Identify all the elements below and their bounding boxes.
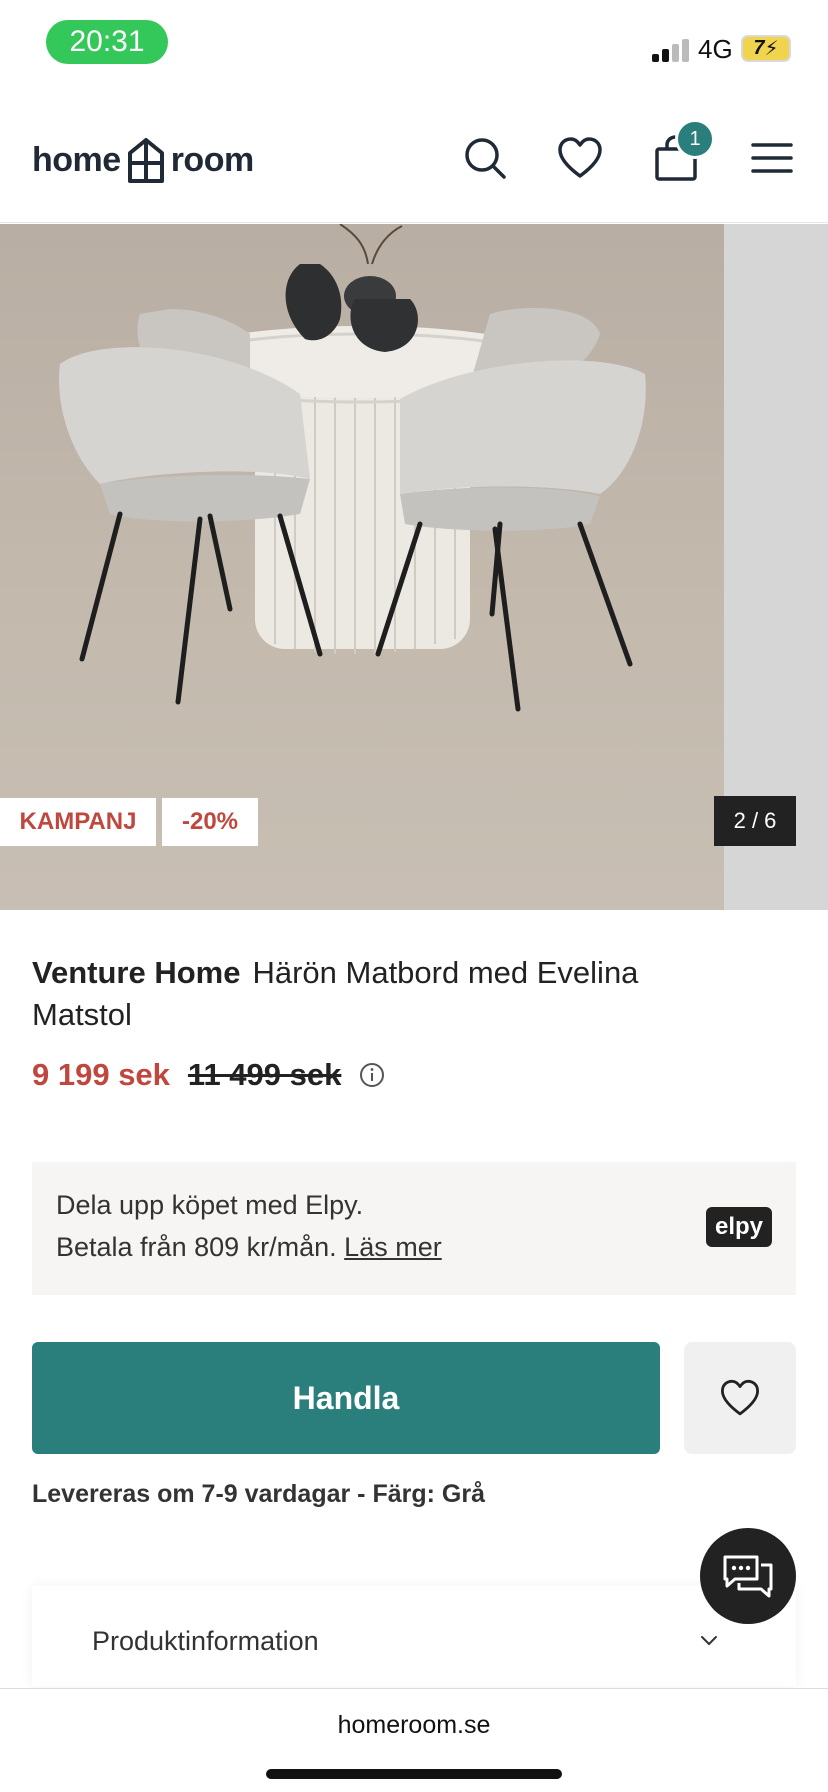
logo-word-room: room bbox=[170, 140, 255, 179]
current-price: 9 199 sek bbox=[32, 1057, 170, 1092]
elpy-financing-box: Dela upp köpet med Elpy. Betala från 809… bbox=[32, 1162, 796, 1295]
site-header: home room 1 bbox=[0, 95, 828, 223]
heart-icon bbox=[720, 1379, 760, 1416]
price-row: 9 199 sek 11 499 sek bbox=[32, 1054, 385, 1096]
chat-button[interactable] bbox=[700, 1528, 796, 1624]
network-label: 4G bbox=[698, 34, 733, 64]
discount-badge: -20% bbox=[162, 798, 258, 846]
elpy-monthly-text: Betala från 809 kr/mån. bbox=[56, 1232, 337, 1262]
product-gallery[interactable]: KAMPANJ -20% 2 / 6 bbox=[0, 224, 828, 910]
heart-icon[interactable] bbox=[555, 133, 605, 183]
original-price: 11 499 sek bbox=[187, 1057, 342, 1092]
house-logo-icon bbox=[127, 138, 164, 183]
browser-url-bar[interactable]: homeroom.se bbox=[0, 1688, 828, 1792]
read-more-link[interactable]: Läs mer bbox=[344, 1232, 442, 1262]
search-icon[interactable] bbox=[460, 133, 510, 183]
image-counter: 2 / 6 bbox=[714, 796, 796, 846]
menu-icon[interactable] bbox=[747, 133, 797, 183]
chevron-down-icon bbox=[701, 1636, 717, 1645]
delivery-info: Levereras om 7-9 vardagar - Färg: Grå bbox=[32, 1480, 485, 1508]
product-info-accordion[interactable]: Produktinformation bbox=[32, 1586, 796, 1686]
logo-word-home: home bbox=[32, 140, 121, 179]
campaign-badge: KAMPANJ bbox=[0, 798, 156, 846]
url-text[interactable]: homeroom.se bbox=[0, 1711, 828, 1740]
buy-button[interactable]: Handla bbox=[32, 1342, 660, 1454]
battery-icon: 7 ⚡ bbox=[741, 35, 791, 62]
signal-icon bbox=[652, 36, 692, 62]
info-icon[interactable] bbox=[359, 1062, 385, 1088]
elpy-line-1: Dela upp köpet med Elpy. bbox=[56, 1190, 364, 1220]
chat-icon bbox=[723, 1555, 773, 1598]
battery-level: 7 bbox=[753, 37, 765, 59]
status-time: 20:31 bbox=[46, 20, 168, 64]
status-bar: 20:31 4G 7 ⚡ bbox=[0, 0, 828, 95]
product-brand[interactable]: Venture Home bbox=[32, 955, 240, 990]
product-title: Venture Home Härön Matbord med Evelina Ma… bbox=[32, 952, 732, 1036]
accordion-label: Produktinformation bbox=[92, 1626, 319, 1656]
elpy-line-2: Betala från 809 kr/mån. Läs mer bbox=[56, 1232, 442, 1263]
home-indicator bbox=[266, 1769, 562, 1779]
cart-count-badge: 1 bbox=[675, 119, 715, 159]
add-to-favorites-button[interactable] bbox=[684, 1342, 796, 1454]
elpy-logo: elpy bbox=[706, 1207, 772, 1247]
homeroom-logo[interactable]: home room bbox=[32, 135, 254, 185]
